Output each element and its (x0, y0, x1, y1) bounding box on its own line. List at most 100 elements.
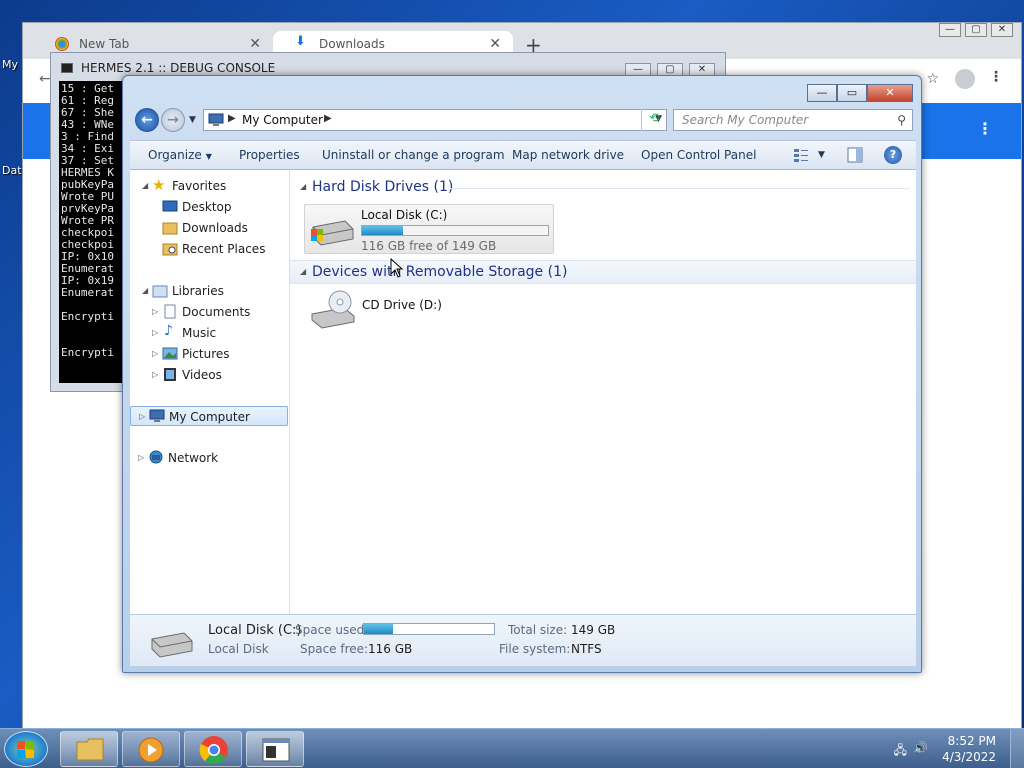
refresh-icon[interactable]: ⟲ (641, 109, 667, 131)
volume-icon[interactable]: 🔊 (913, 741, 928, 762)
sidebar-item-label: Pictures (182, 347, 230, 361)
sidebar-item-label: Documents (182, 305, 251, 319)
close-button[interactable]: ✕ (867, 84, 913, 102)
expanded-triangle-icon[interactable]: ◢ (300, 267, 306, 276)
expanded-triangle-icon[interactable]: ◢ (300, 182, 306, 191)
organize-label: Organize (148, 148, 202, 162)
minimize-button[interactable]: — (939, 23, 961, 37)
sidebar-item-desktop[interactable]: Desktop (130, 197, 288, 217)
sidebar-item-label: Music (182, 326, 217, 340)
help-button[interactable]: ? (884, 146, 902, 164)
collapsed-triangle-icon[interactable]: ▷ (152, 328, 158, 337)
sidebar-item-label: Downloads (182, 221, 248, 235)
expanded-triangle-icon[interactable]: ◢ (142, 181, 148, 190)
group-header-hard-disk-drives[interactable]: ◢ Hard Disk Drives (1) (290, 176, 916, 200)
taskbar-explorer-button[interactable] (60, 731, 118, 767)
sidebar-item-label: Recent Places (182, 242, 266, 256)
tab-label: Downloads (319, 37, 385, 51)
group-header-removable-storage[interactable]: ◢ Devices with Removable Storage (1) (290, 260, 916, 284)
sidebar-item-pictures[interactable]: ▷ Pictures (130, 344, 288, 364)
sidebar-item-favorites[interactable]: ◢ ★ Favorites (130, 176, 288, 196)
documents-icon (164, 304, 176, 319)
breadcrumb-separator-icon[interactable]: ▶ (324, 113, 332, 124)
clock-date: 4/3/2022 (942, 750, 996, 764)
sidebar-item-recent-places[interactable]: Recent Places (130, 239, 288, 259)
collapsed-triangle-icon[interactable]: ▷ (138, 453, 144, 462)
close-tab-icon[interactable]: ✕ (249, 36, 261, 52)
details-drive-type: Local Disk (208, 642, 269, 656)
sidebar-item-documents[interactable]: ▷ Documents (130, 302, 288, 322)
videos-icon (164, 368, 176, 381)
drive-name: Local Disk (C:) (361, 208, 448, 222)
sidebar-item-videos[interactable]: ▷ Videos (130, 365, 288, 385)
sidebar-item-my-computer[interactable]: ▷ My Computer (130, 406, 288, 426)
collapsed-triangle-icon[interactable]: ▷ (152, 349, 158, 358)
star-icon[interactable]: ☆ (926, 71, 939, 87)
sidebar-item-music[interactable]: ▷ ♪ Music (130, 323, 288, 343)
computer-icon (149, 409, 165, 422)
show-desktop-button[interactable] (1010, 729, 1024, 768)
chrome-icon (199, 736, 228, 765)
minimize-button[interactable]: — (807, 84, 837, 102)
maximize-button[interactable]: ▢ (965, 23, 987, 37)
sidebar-item-downloads[interactable]: Downloads (130, 218, 288, 238)
collapsed-triangle-icon[interactable]: ▷ (152, 307, 158, 316)
windows-logo-icon (17, 741, 34, 758)
desktop-icon-label[interactable]: My (2, 58, 18, 71)
map-network-drive-button[interactable]: Map network drive (512, 148, 624, 162)
group-divider (450, 188, 910, 189)
back-button[interactable]: ← (135, 108, 159, 132)
maximize-button[interactable]: ▭ (837, 84, 867, 102)
taskbar-chrome-button[interactable] (184, 731, 242, 767)
forward-button[interactable]: → (161, 108, 185, 132)
total-size-label: Total size: (508, 623, 568, 637)
change-view-icon[interactable] (792, 146, 810, 164)
collapsed-triangle-icon[interactable]: ▷ (139, 412, 145, 421)
search-input[interactable]: Search My Computer ⚲ (673, 109, 913, 131)
recent-pages-dropdown[interactable]: ▼ (189, 115, 196, 125)
network-icon (149, 450, 163, 464)
network-tray-icon[interactable]: 🖧 (894, 741, 907, 762)
command-bar: Organize ▼ Properties Uninstall or change… (130, 140, 916, 170)
collapsed-triangle-icon[interactable]: ▷ (152, 370, 158, 379)
taskbar-console-button[interactable] (246, 731, 304, 767)
expanded-triangle-icon[interactable]: ◢ (142, 286, 148, 295)
properties-button[interactable]: Properties (239, 148, 300, 162)
desktop-icon-label[interactable]: Dat (2, 164, 22, 177)
console-title: HERMES 2.1 :: DEBUG CONSOLE (81, 61, 276, 75)
drive-item-cd-drive-d[interactable]: CD Drive (D:) (304, 288, 504, 332)
sidebar-item-label: Network (168, 451, 219, 465)
folder-icon (76, 738, 104, 761)
start-button[interactable] (4, 731, 48, 767)
system-tray: 🖧 🔊 (894, 741, 928, 762)
search-icon[interactable]: ⚲ (897, 113, 906, 127)
music-icon: ♪ (164, 323, 173, 339)
chrome-menu-icon[interactable]: ⋮ (989, 69, 1003, 85)
hard-drive-icon (311, 220, 354, 246)
breadcrumb-my-computer[interactable]: My Computer (242, 113, 323, 127)
clock[interactable]: 8:52 PM 4/3/2022 (942, 733, 996, 765)
close-tab-icon[interactable]: ✕ (489, 36, 501, 52)
organize-button[interactable]: Organize ▼ (148, 148, 212, 162)
more-icon[interactable]: ⋮ (977, 119, 993, 138)
preview-pane-icon[interactable] (846, 146, 864, 164)
sidebar-item-label: Videos (182, 368, 222, 382)
open-control-panel-button[interactable]: Open Control Panel (641, 148, 756, 162)
view-options-chevron-icon[interactable]: ▼ (818, 150, 825, 160)
drive-item-local-disk-c[interactable]: Local Disk (C:) 116 GB free of 149 GB (304, 204, 554, 254)
download-icon: ⬇ (295, 34, 306, 49)
sidebar-item-network[interactable]: ▷ Network (130, 448, 288, 468)
sidebar-item-libraries[interactable]: ◢ Libraries (130, 281, 288, 301)
address-bar[interactable]: ▶ My Computer ▶ ▼ (203, 109, 667, 131)
back-icon[interactable]: ← (39, 71, 51, 87)
profile-icon[interactable] (955, 69, 975, 89)
details-pane: Local Disk (C:) Local Disk Space used: S… (130, 614, 916, 666)
usage-fill (364, 624, 393, 634)
uninstall-program-button[interactable]: Uninstall or change a program (322, 148, 505, 162)
close-button[interactable]: ✕ (991, 23, 1013, 37)
taskbar-media-player-button[interactable] (122, 731, 180, 767)
explorer-window: — ▭ ✕ ← → ▼ ▶ My Computer ▶ ▼ ⟲ Search M… (122, 75, 922, 673)
file-system-label: File system: (499, 642, 571, 656)
sidebar-item-label: My Computer (169, 410, 250, 424)
breadcrumb-separator-icon[interactable]: ▶ (228, 113, 236, 124)
